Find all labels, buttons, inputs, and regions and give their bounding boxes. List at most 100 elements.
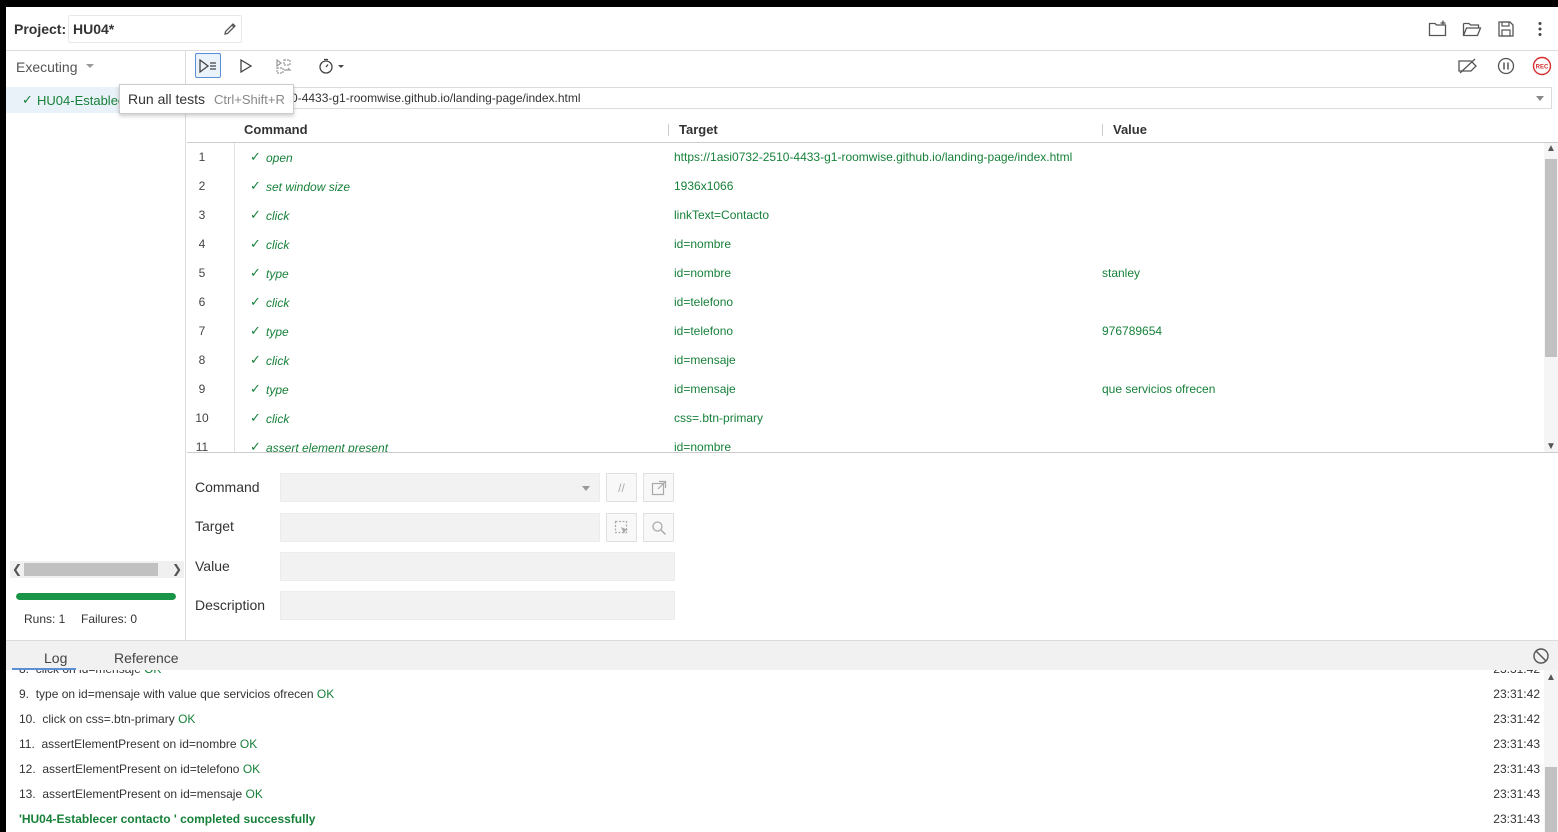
check-icon: ✓ xyxy=(250,149,261,164)
project-name[interactable]: HU04* xyxy=(73,21,114,37)
run-all-tooltip: Run all tests Ctrl+Shift+R xyxy=(119,84,294,114)
log-message: 11. assertElementPresent on id=nombre OK xyxy=(19,737,258,751)
command-row[interactable]: 1 ✓ open https://1asi0732-2510-4433-g1-room… xyxy=(187,143,1544,172)
check-icon: ✓ xyxy=(250,265,261,280)
command-row[interactable]: 5 ✓ type id=nombre stanley xyxy=(187,259,1544,288)
command-row[interactable]: 8 ✓ click id=mensaje xyxy=(187,346,1544,375)
pause-icon[interactable] xyxy=(1493,53,1519,78)
comment-toggle-button[interactable]: // xyxy=(606,473,637,502)
log-vertical-scrollbar[interactable]: ▲ xyxy=(1544,670,1558,832)
value-input[interactable] xyxy=(280,552,675,581)
command-cell: assert element present xyxy=(266,441,389,452)
chevron-down-icon[interactable] xyxy=(582,486,590,491)
log-entry: 10. click on css=.btn-primary OK 23:31:42 xyxy=(6,707,1544,732)
save-project-icon[interactable] xyxy=(1496,19,1516,39)
speed-timer-icon[interactable] xyxy=(317,53,347,78)
sidebar-horizontal-scrollbar[interactable]: ❮ ❯ xyxy=(10,561,184,578)
select-target-icon[interactable] xyxy=(606,513,637,542)
column-resize-handle[interactable] xyxy=(668,124,669,136)
scroll-up-icon[interactable]: ▲ xyxy=(1546,672,1556,683)
command-cell: click xyxy=(266,238,290,252)
command-cell: type xyxy=(266,325,289,339)
status-ok: OK xyxy=(239,737,258,751)
log-message: 13. assertElementPresent on id=mensaje O… xyxy=(19,787,263,801)
row-number: 6 xyxy=(198,295,206,309)
command-row[interactable]: 7 ✓ type id=telefono 976789654 xyxy=(187,317,1544,346)
tab-reference[interactable]: Reference xyxy=(114,650,179,666)
new-project-icon[interactable] xyxy=(1428,19,1448,39)
log-timestamp: 23:31:42 xyxy=(1493,670,1540,676)
value-label: Value xyxy=(195,558,230,574)
scrollbar-thumb[interactable] xyxy=(24,563,158,576)
check-icon: ✓ xyxy=(22,92,33,107)
pencil-icon[interactable] xyxy=(222,21,238,37)
chevron-down-icon[interactable] xyxy=(86,64,94,68)
log-entry: 12. assertElementPresent on id=telefono … xyxy=(6,757,1544,782)
log-message: 10. click on css=.btn-primary OK xyxy=(19,712,196,726)
command-row[interactable]: 11 ✓ assert element present id=nombre xyxy=(187,433,1544,452)
target-cell: 1936x1066 xyxy=(674,179,734,193)
column-resize-handle[interactable] xyxy=(1102,124,1103,136)
scroll-right-icon[interactable]: ❯ xyxy=(172,562,182,576)
log-entry: 8. click on id=mensaje OK 23:31:42 xyxy=(6,670,1544,682)
clear-log-icon[interactable] xyxy=(1532,647,1550,665)
disable-breakpoints-icon[interactable] xyxy=(1455,53,1481,78)
log-output: 8. click on id=mensaje OK 23:31:42 9. type… xyxy=(6,670,1544,832)
command-row[interactable]: 9 ✓ type id=mensaje que servicios ofrecen xyxy=(187,375,1544,404)
divider xyxy=(187,452,1558,453)
log-timestamp: 23:31:43 xyxy=(1493,737,1540,751)
log-completion-entry: 'HU04-Establecer contacto ' completed su… xyxy=(6,807,1544,832)
failures-count: Failures: 0 xyxy=(81,612,138,626)
check-icon: ✓ xyxy=(250,323,261,338)
command-row[interactable]: 10 ✓ click css=.btn-primary xyxy=(187,404,1544,433)
more-vert-icon[interactable] xyxy=(1530,19,1550,39)
scroll-left-icon[interactable]: ❮ xyxy=(12,562,22,576)
check-icon: ✓ xyxy=(250,439,261,452)
target-cell: id=telefono xyxy=(674,295,734,309)
check-icon: ✓ xyxy=(250,178,261,193)
step-over-icon[interactable] xyxy=(271,53,297,78)
log-timestamp: 23:31:43 xyxy=(1493,762,1540,776)
command-label: Command xyxy=(195,479,260,495)
base-url-combobox[interactable]: 2510-4433-g1-roomwise.github.io/landing-… xyxy=(187,87,1552,109)
target-label: Target xyxy=(195,518,234,534)
chevron-down-icon[interactable] xyxy=(1536,96,1544,101)
tooltip-label: Run all tests xyxy=(128,91,206,107)
command-row[interactable]: 2 ✓ set window size 1936x1066 xyxy=(187,172,1544,201)
run-current-test-icon[interactable] xyxy=(233,53,259,78)
scroll-up-icon[interactable]: ▲ xyxy=(1546,143,1556,154)
run-toolbar: REC xyxy=(187,51,1558,81)
commands-table-header: Command Target Value xyxy=(187,118,1558,143)
command-row[interactable]: 3 ✓ click linkText=Contacto xyxy=(187,201,1544,230)
description-label: Description xyxy=(195,597,266,613)
target-cell: id=nombre xyxy=(674,440,732,452)
scrollbar-thumb[interactable] xyxy=(1545,159,1557,357)
find-target-icon[interactable] xyxy=(643,513,674,542)
executing-dropdown[interactable]: Executing xyxy=(16,59,77,75)
description-input[interactable] xyxy=(280,591,675,620)
log-message: 8. click on id=mensaje OK xyxy=(19,670,161,676)
record-icon[interactable]: REC xyxy=(1529,53,1555,78)
log-timestamp: 23:31:42 xyxy=(1493,712,1540,726)
log-timestamp: 23:31:43 xyxy=(1493,787,1540,801)
scrollbar-thumb[interactable] xyxy=(1545,767,1557,832)
open-project-icon[interactable] xyxy=(1462,19,1482,39)
test-sidebar: Executing ✓ HU04-Establecer contacto ❮ ❯… xyxy=(6,51,189,640)
run-all-tests-icon[interactable] xyxy=(195,53,221,78)
base-url-value[interactable]: 2510-4433-g1-roomwise.github.io/landing-… xyxy=(271,91,581,105)
commands-table-body: 1 ✓ open https://1asi0732-2510-4433-g1-room… xyxy=(187,143,1544,452)
row-number: 5 xyxy=(198,266,206,280)
target-cell: https://1asi0732-2510-4433-g1-roomwise.g… xyxy=(674,150,1073,164)
command-select[interactable] xyxy=(280,473,600,502)
scroll-down-icon[interactable]: ▼ xyxy=(1546,441,1556,452)
column-header-value: Value xyxy=(1113,122,1147,137)
open-reference-icon[interactable] xyxy=(643,473,674,502)
command-row[interactable]: 6 ✓ click id=telefono xyxy=(187,288,1544,317)
command-cell: type xyxy=(266,383,289,397)
target-input[interactable] xyxy=(280,513,600,542)
table-vertical-scrollbar[interactable]: ▲ ▼ xyxy=(1544,143,1558,452)
command-row[interactable]: 4 ✓ click id=nombre xyxy=(187,230,1544,259)
value-cell: que servicios ofrecen xyxy=(1102,382,1216,396)
window-top-strip xyxy=(0,0,1558,7)
tab-log[interactable]: Log xyxy=(44,650,67,666)
